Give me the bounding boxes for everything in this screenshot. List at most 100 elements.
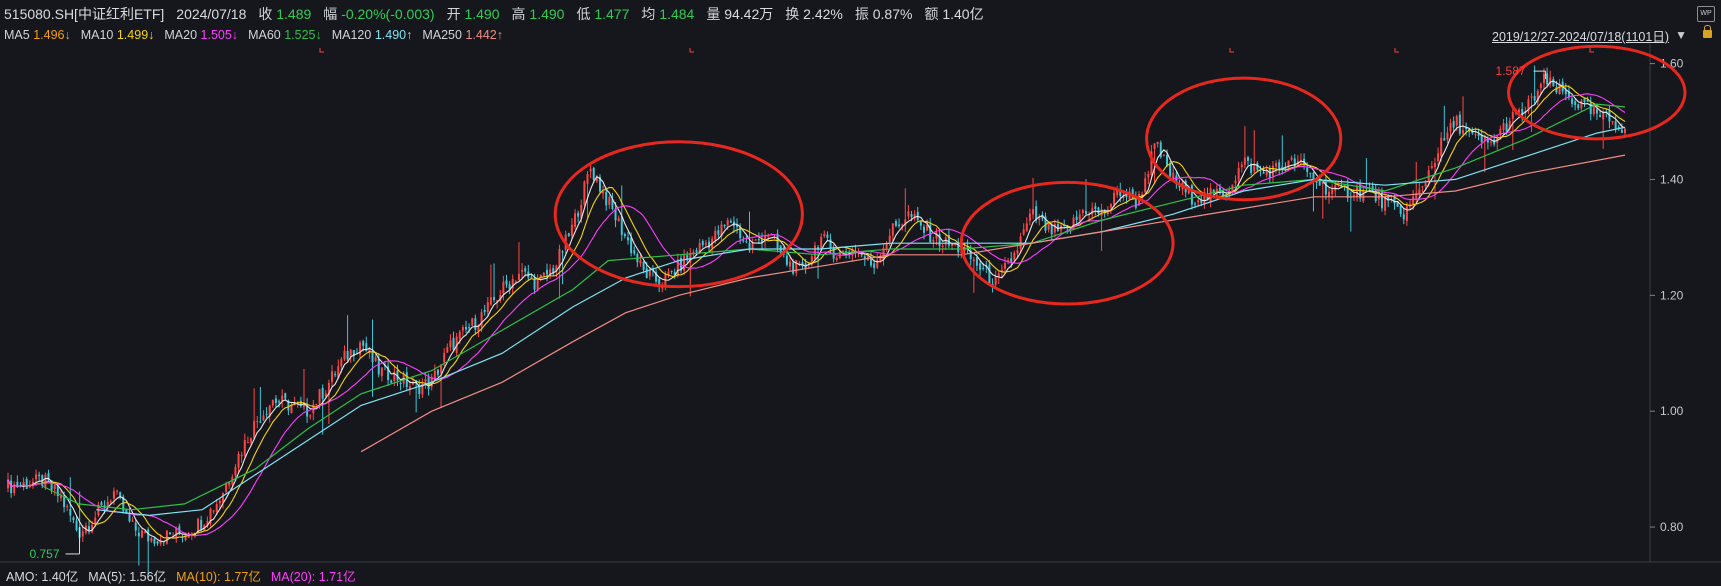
candle-body (922, 226, 925, 233)
candle-body (377, 358, 380, 375)
candle-body (1502, 123, 1505, 131)
candle-body (785, 255, 788, 265)
ma10-line (7, 85, 1626, 539)
period-marker (1589, 48, 1594, 53)
candle-body (1539, 83, 1542, 89)
candle-body (259, 421, 262, 423)
amo-ma10: MA(10): 1.77亿 (176, 570, 261, 584)
ma60-line (43, 103, 1626, 511)
candle-body (1589, 102, 1592, 114)
candle-body (1374, 189, 1377, 201)
amo-value: AMO: 1.40亿 (6, 570, 79, 584)
candle-body (823, 233, 826, 237)
candle-body (256, 421, 259, 423)
candle-body (1113, 192, 1116, 205)
candle-body (380, 367, 383, 377)
candle-body (798, 262, 801, 264)
candle-body (1571, 98, 1574, 104)
candle-body (471, 318, 474, 326)
candle-body (894, 221, 897, 226)
candle-body (362, 341, 365, 346)
annotations: 0.757 1.587 (29, 64, 1547, 561)
candle-body (841, 250, 844, 253)
candle-body (1025, 223, 1028, 231)
candle-body (901, 224, 904, 226)
candle-body (1194, 203, 1197, 205)
candle-body (1624, 128, 1626, 134)
candle-body (642, 261, 645, 270)
candle-body (1013, 252, 1016, 260)
candlestick-chart[interactable]: 0.801.001.201.401.60 0.7571.587 (0, 0, 1721, 586)
candle-body (630, 238, 633, 254)
candle-body (253, 420, 256, 439)
candle-body (502, 281, 505, 294)
candle-body (898, 224, 901, 226)
candle-body (340, 358, 343, 367)
candle-body (53, 485, 56, 489)
candle-body (536, 280, 539, 291)
candle-body (1066, 227, 1069, 229)
candle-body (1268, 168, 1271, 179)
amo-bar: AMO: 1.40亿 MA(5): 1.56亿 MA(10): 1.77亿 MA… (6, 566, 356, 585)
candle-body (116, 490, 119, 492)
candle-body (639, 260, 642, 264)
candle-body (1580, 100, 1583, 109)
candle-body (1440, 137, 1443, 157)
candle-body (1003, 262, 1006, 269)
candle-body (321, 387, 324, 399)
candle-body (225, 483, 228, 492)
candle-body (577, 212, 580, 217)
candle-body (1599, 115, 1602, 117)
candle-body (436, 369, 439, 375)
y-tick-label: 1.00 (1660, 404, 1684, 418)
candle-body (443, 353, 446, 363)
candle-body (1446, 132, 1449, 140)
candle-body (972, 259, 975, 262)
candle-body (446, 347, 449, 353)
candle-body (343, 350, 346, 360)
candle-body (524, 268, 527, 272)
candle-body (1116, 191, 1119, 196)
highlight-circle (1145, 76, 1343, 202)
candle-body (1396, 202, 1399, 207)
candle-body (608, 197, 611, 205)
candle-body (717, 230, 720, 235)
y-tick-label: 1.40 (1660, 172, 1684, 186)
candle-body (745, 241, 748, 243)
candle-body (533, 278, 536, 290)
candle-body (240, 454, 243, 457)
low-price-label: 0.757 (29, 547, 59, 561)
candle-body (486, 302, 489, 312)
candle-body (1546, 73, 1549, 85)
candle-body (234, 467, 237, 476)
candle-body (265, 413, 268, 415)
candle-body (331, 371, 334, 383)
candle-body (751, 243, 754, 250)
candle-body (1022, 229, 1025, 235)
candle-body (324, 393, 327, 397)
candle-body (69, 509, 72, 516)
candle-body (542, 272, 545, 276)
candle-body (623, 234, 626, 237)
candle-body (1530, 96, 1533, 98)
period-marker (1229, 48, 1234, 53)
candle-body (374, 357, 377, 361)
candle-body (729, 220, 732, 223)
candle-body (483, 309, 486, 313)
candle-body (1190, 185, 1193, 205)
candle-body (290, 405, 293, 414)
candle-body (505, 280, 508, 285)
candle-body (988, 264, 991, 284)
candle-body (561, 251, 564, 253)
candle-body (982, 267, 985, 269)
candle-body (134, 522, 137, 531)
candle-body (1399, 205, 1402, 215)
candle-body (128, 513, 131, 522)
candle-body (1490, 141, 1493, 143)
candle-body (574, 213, 577, 227)
candle-body (1094, 206, 1097, 209)
candle-body (757, 239, 760, 241)
candle-body (1402, 214, 1405, 220)
candle-body (371, 351, 374, 363)
candle-body (723, 225, 726, 227)
